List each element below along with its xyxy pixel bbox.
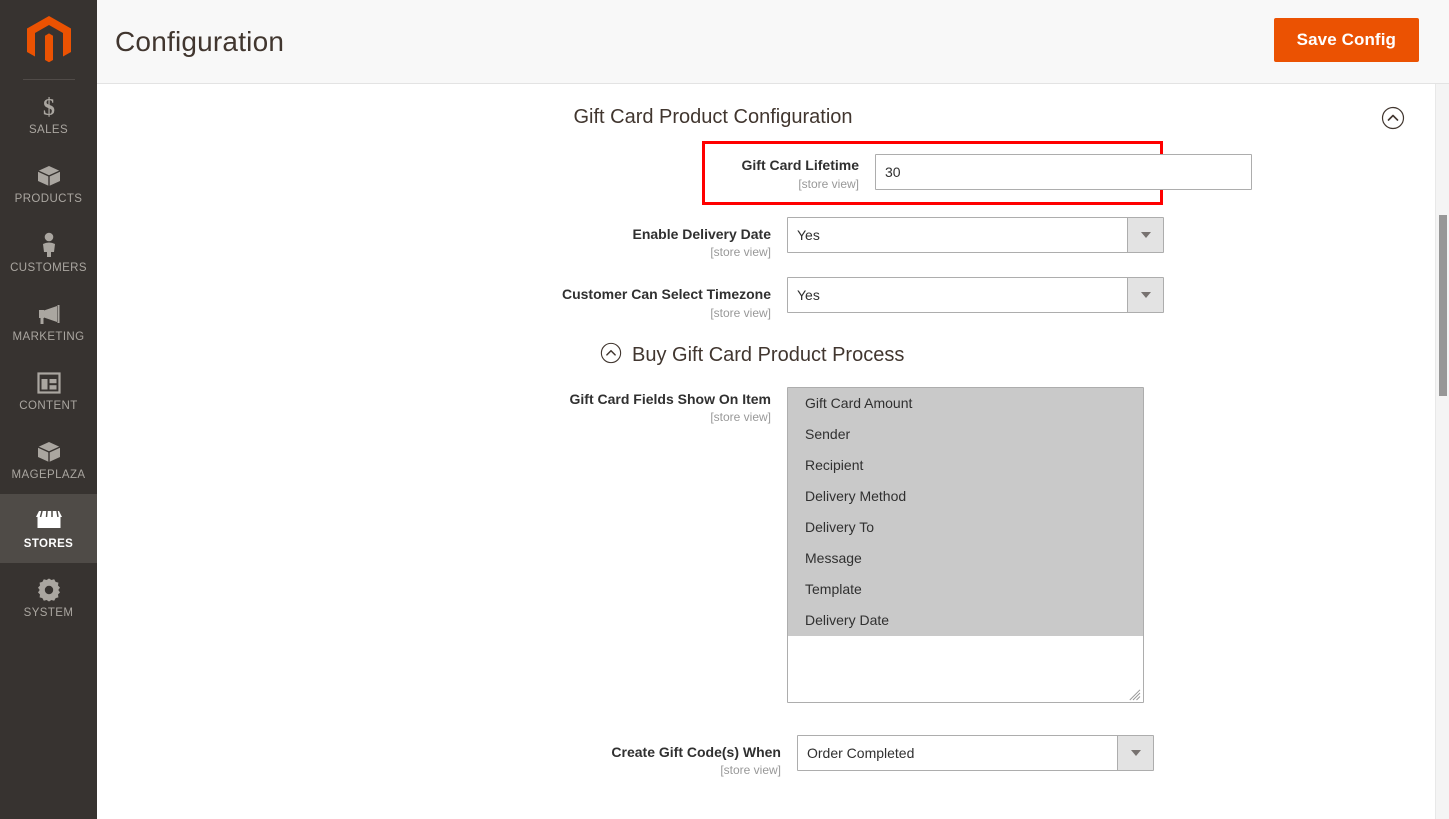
sidebar-item-label: CONTENT bbox=[19, 400, 78, 413]
enable-delivery-date-label-group: Enable Delivery Date [store view] bbox=[97, 217, 787, 262]
select-value: Order Completed bbox=[807, 744, 915, 761]
gift-card-fields-show-on-item-row: Gift Card Fields Show On Item [store vie… bbox=[97, 386, 1449, 703]
scrollbar-thumb[interactable] bbox=[1439, 215, 1447, 396]
chevron-up-circle-icon[interactable] bbox=[1381, 106, 1405, 130]
customer-can-select-timezone-label-group: Customer Can Select Timezone [store view… bbox=[97, 277, 787, 322]
enable-delivery-date-control: Yes bbox=[787, 216, 1449, 253]
sidebar-item-label: CUSTOMERS bbox=[10, 262, 87, 275]
sidebar-item-label: SYSTEM bbox=[23, 607, 74, 620]
gift-card-fields-show-on-item-label-group: Gift Card Fields Show On Item [store vie… bbox=[97, 387, 787, 427]
list-item[interactable]: Delivery Date bbox=[788, 604, 1143, 636]
chevron-up-circle-icon[interactable] bbox=[600, 342, 622, 369]
sidebar-item-customers[interactable]: CUSTOMERS bbox=[0, 218, 97, 287]
sidebar-item-label: SALES bbox=[28, 124, 69, 137]
person-icon bbox=[39, 230, 59, 260]
field-scope: [store view] bbox=[710, 305, 771, 320]
gear-icon bbox=[36, 575, 62, 605]
field-label: Create Gift Code(s) When bbox=[611, 743, 781, 760]
megaphone-icon bbox=[35, 299, 63, 329]
resize-handle-icon[interactable] bbox=[1129, 688, 1141, 700]
list-item[interactable]: Recipient bbox=[788, 449, 1143, 481]
admin-sidebar: $ SALES PRODUCTS CUSTOMERS MARKETING CON… bbox=[0, 0, 97, 819]
page-header: Configuration Save Config bbox=[97, 0, 1449, 84]
sidebar-item-marketing[interactable]: MARKETING bbox=[0, 287, 97, 356]
gift-card-lifetime-input[interactable] bbox=[875, 154, 1252, 190]
list-item[interactable]: Delivery To bbox=[788, 511, 1143, 543]
chevron-down-icon bbox=[1127, 278, 1163, 312]
main-content-area: Configuration Save Config Gift Card Prod… bbox=[97, 0, 1449, 819]
sidebar-item-label: MARKETING bbox=[12, 331, 85, 344]
field-label: Enable Delivery Date bbox=[632, 225, 771, 242]
create-gift-codes-when-row: Create Gift Code(s) When [store view] Or… bbox=[97, 734, 1449, 780]
select-value: Yes bbox=[797, 226, 820, 243]
list-item[interactable]: Message bbox=[788, 542, 1143, 574]
field-scope: [store view] bbox=[710, 245, 771, 259]
sidebar-item-label: PRODUCTS bbox=[14, 193, 83, 206]
create-gift-codes-when-select[interactable]: Order Completed bbox=[797, 734, 1154, 771]
customer-can-select-timezone-row: Customer Can Select Timezone [store view… bbox=[97, 277, 1449, 322]
section-title: Gift Card Product Configuration bbox=[573, 106, 853, 128]
field-label: Gift Card Lifetime bbox=[741, 157, 859, 173]
gift-card-lifetime-label-group: Gift Card Lifetime [store view] bbox=[705, 154, 875, 193]
storefront-icon bbox=[34, 506, 64, 536]
list-item[interactable]: Delivery Method bbox=[788, 480, 1143, 512]
gift-card-fields-show-on-item-control: Gift Card Amount Sender Recipient Delive… bbox=[787, 386, 1449, 703]
section-header: Gift Card Product Configuration bbox=[97, 84, 1449, 141]
page-title: Configuration bbox=[115, 25, 285, 57]
list-item[interactable]: Gift Card Amount bbox=[788, 387, 1143, 419]
svg-text:$: $ bbox=[43, 95, 55, 120]
sidebar-item-mageplaza[interactable]: MAGEPLAZA bbox=[0, 425, 97, 494]
config-content: Gift Card Product Configuration Gift Car… bbox=[97, 84, 1449, 819]
sidebar-item-sales[interactable]: $ SALES bbox=[0, 80, 97, 149]
gift-card-fields-multiselect[interactable]: Gift Card Amount Sender Recipient Delive… bbox=[787, 386, 1144, 703]
customer-can-select-timezone-control: Yes bbox=[787, 277, 1449, 313]
box-icon bbox=[36, 161, 62, 191]
create-gift-codes-when-label-group: Create Gift Code(s) When [store view] bbox=[97, 735, 797, 780]
sidebar-item-stores[interactable]: STORES bbox=[0, 494, 97, 563]
subsection-title: Buy Gift Card Product Process bbox=[632, 343, 905, 366]
list-item[interactable]: Template bbox=[788, 573, 1143, 605]
sidebar-item-products[interactable]: PRODUCTS bbox=[0, 149, 97, 218]
magento-logo-icon bbox=[26, 15, 71, 62]
gift-card-lifetime-control bbox=[875, 154, 1252, 190]
chevron-down-icon bbox=[1117, 735, 1153, 770]
field-scope: [store view] bbox=[798, 176, 859, 191]
page-scrollbar[interactable] bbox=[1435, 84, 1449, 819]
create-gift-codes-when-control: Order Completed bbox=[797, 734, 1449, 771]
field-scope: [store view] bbox=[710, 410, 771, 424]
list-item[interactable]: Sender bbox=[788, 418, 1143, 450]
sidebar-item-label: MAGEPLAZA bbox=[11, 469, 86, 482]
field-label: Customer Can Select Timezone bbox=[561, 286, 771, 302]
sidebar-item-system[interactable]: SYSTEM bbox=[0, 563, 97, 632]
enable-delivery-date-row: Enable Delivery Date [store view] Yes bbox=[97, 216, 1449, 262]
subsection-header[interactable]: Buy Gift Card Product Process bbox=[600, 342, 1449, 369]
box-icon bbox=[36, 437, 62, 467]
save-config-button[interactable]: Save Config bbox=[1273, 18, 1419, 62]
admin-configuration-page: $ SALES PRODUCTS CUSTOMERS MARKETING CON… bbox=[0, 0, 1449, 819]
dollar-sign-icon: $ bbox=[38, 92, 60, 122]
select-value: Yes bbox=[797, 287, 820, 303]
magento-logo[interactable] bbox=[0, 0, 97, 79]
gift-card-lifetime-row-highlighted: Gift Card Lifetime [store view] bbox=[702, 141, 1252, 205]
chevron-down-icon bbox=[1127, 217, 1163, 252]
layout-panel-icon bbox=[36, 368, 61, 398]
customer-can-select-timezone-select[interactable]: Yes bbox=[787, 277, 1164, 313]
sidebar-item-content[interactable]: CONTENT bbox=[0, 356, 97, 425]
field-label: Gift Card Fields Show On Item bbox=[569, 390, 771, 407]
field-scope: [store view] bbox=[720, 763, 781, 777]
enable-delivery-date-select[interactable]: Yes bbox=[787, 216, 1164, 253]
sidebar-item-label: STORES bbox=[23, 538, 74, 551]
